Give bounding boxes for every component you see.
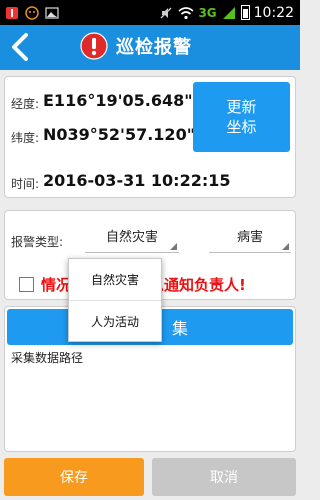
dropdown-caret-icon — [282, 243, 289, 250]
image-icon — [44, 5, 60, 21]
longitude-value: E116°19'05.648" — [43, 91, 193, 110]
collect-button-label: 集 — [171, 319, 188, 338]
status-bar: 3G 10:22 — [0, 0, 300, 25]
back-button[interactable] — [6, 29, 34, 65]
title-group: 巡检报警 — [80, 32, 192, 60]
save-button-label: 保存 — [60, 470, 88, 486]
alarm-type-dropdown: 自然灾害 人为活动 — [68, 258, 162, 342]
battery-icon — [240, 5, 250, 20]
alarm-subtype-value: 病害 — [236, 230, 263, 245]
alarm-type-select[interactable]: 自然灾害 — [85, 223, 179, 253]
notification-icon — [4, 5, 20, 21]
wifi-icon — [178, 5, 194, 21]
cancel-button[interactable]: 取消 — [152, 458, 296, 496]
clock: 10:22 — [253, 4, 294, 21]
back-arrow-icon — [12, 33, 28, 61]
location-card: 经度: E116°19'05.648" 纬度: N039°52'57.120" … — [4, 76, 296, 198]
title-bar: 巡检报警 — [0, 25, 300, 70]
page-title: 巡检报警 — [116, 37, 192, 58]
status-right: 3G 10:22 — [158, 5, 300, 21]
notify-label-right: 息通知负责人! — [149, 276, 246, 294]
update-coordinates-label: 更新坐标 — [226, 98, 257, 136]
notify-label-left: 情况 — [41, 276, 72, 294]
dropdown-caret-icon — [170, 243, 177, 250]
network-type: 3G — [198, 5, 217, 20]
mute-icon — [158, 5, 174, 21]
latitude-value: N039°52'57.120" — [43, 125, 196, 144]
time-label: 时间: — [11, 177, 40, 191]
update-coordinates-button[interactable]: 更新坐标 — [193, 82, 290, 152]
longitude-label: 经度: — [11, 97, 40, 111]
alert-icon — [80, 32, 108, 60]
dropdown-option-human-activity[interactable]: 人为活动 — [69, 301, 161, 343]
latitude-label: 纬度: — [11, 131, 40, 145]
stop-icon — [24, 5, 40, 21]
alarm-subtype-select[interactable]: 病害 — [209, 223, 291, 253]
time-value: 2016-03-31 10:22:15 — [43, 171, 231, 190]
save-button[interactable]: 保存 — [4, 458, 144, 496]
alarm-type-value: 自然灾害 — [105, 230, 158, 245]
alarm-type-label: 报警类型: — [11, 235, 64, 249]
cancel-button-label: 取消 — [210, 470, 238, 486]
status-left — [0, 5, 60, 21]
signal-icon — [221, 5, 237, 21]
notify-checkbox[interactable] — [19, 277, 34, 292]
dropdown-option-natural-disaster[interactable]: 自然灾害 — [69, 259, 161, 301]
collect-path-label: 采集数据路径 — [11, 351, 84, 365]
